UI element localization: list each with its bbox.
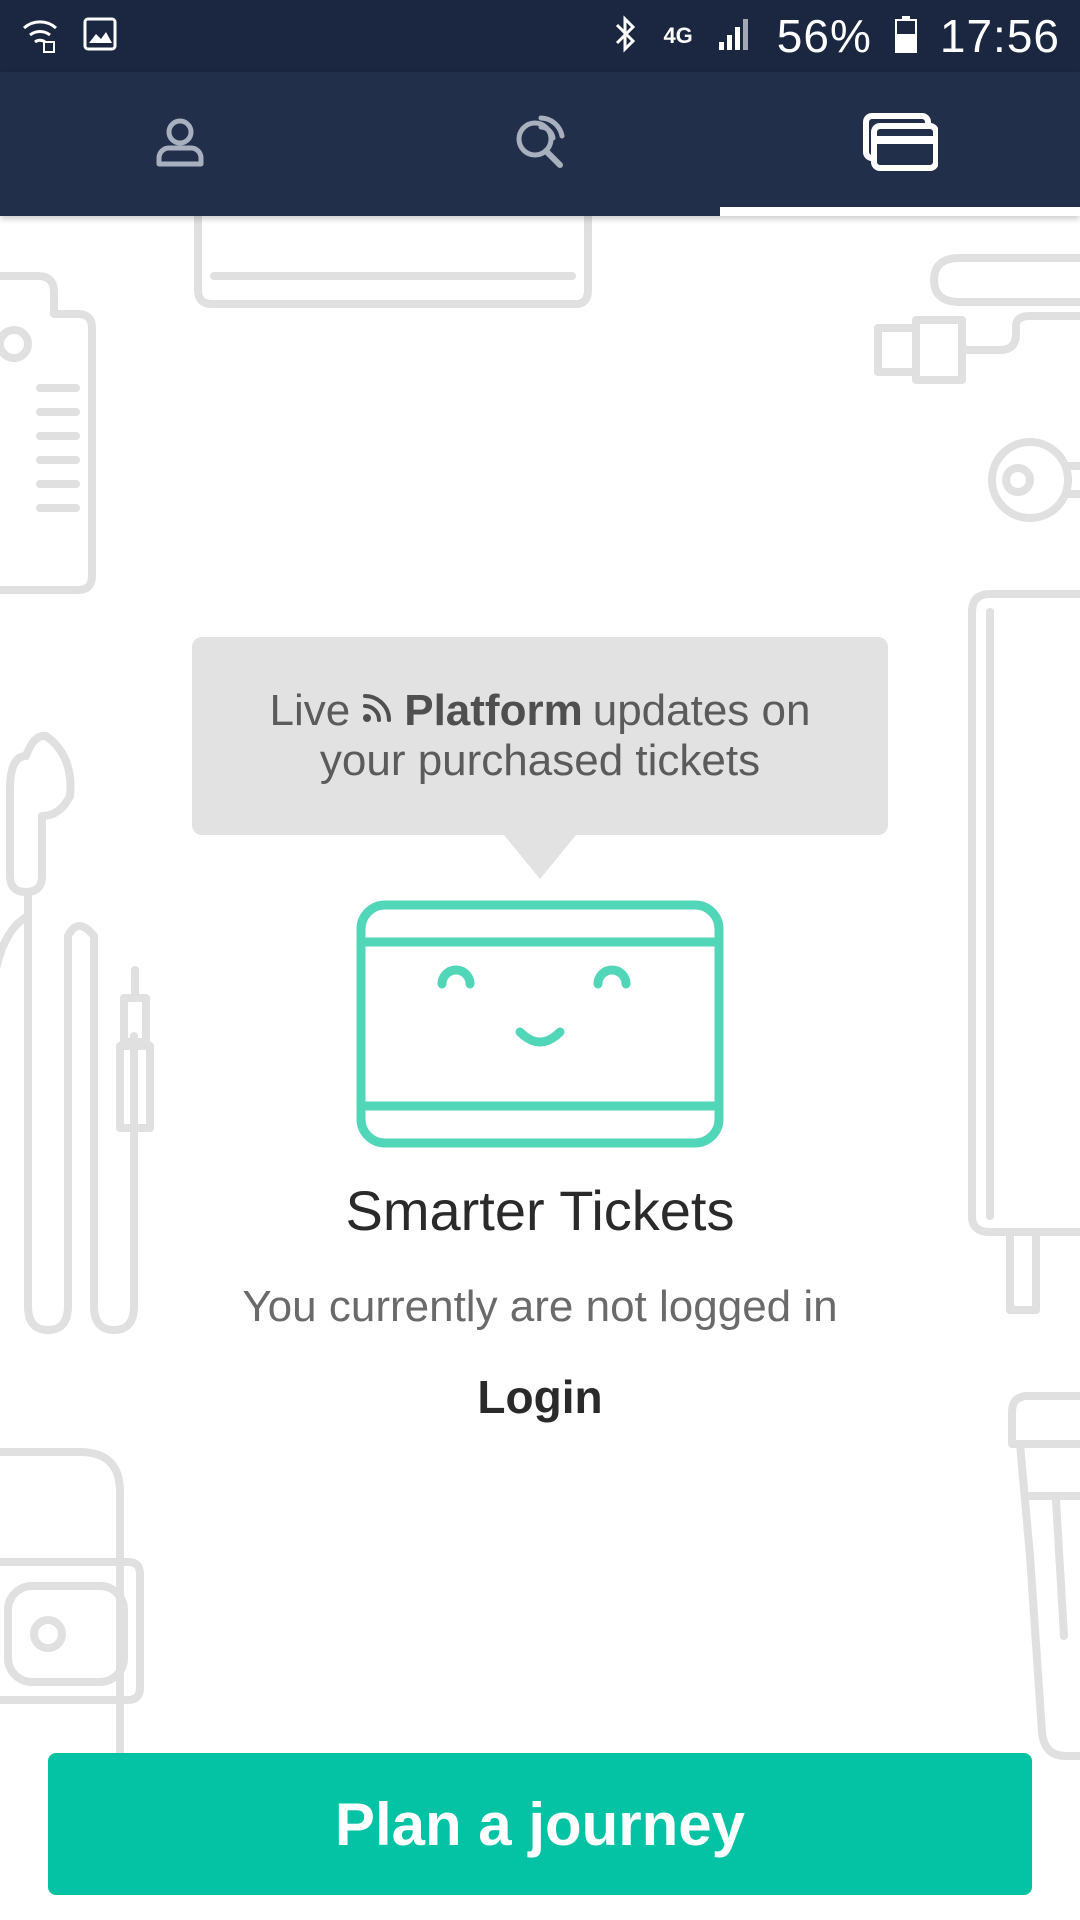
bubble-live-word: Live — [269, 686, 351, 735]
tab-tickets[interactable] — [720, 72, 1080, 216]
gallery-icon — [82, 16, 118, 57]
search-radar-icon — [510, 112, 570, 177]
status-right: 4G 56% 17:56 — [611, 9, 1060, 63]
network-type: 4G — [663, 23, 693, 48]
tab-journey-search[interactable] — [360, 72, 720, 216]
profile-icon — [152, 114, 208, 175]
signal-icon — [715, 14, 755, 59]
wifi-icon — [20, 14, 60, 59]
status-bar: 4G 56% 17:56 — [0, 0, 1080, 72]
tab-profile[interactable] — [0, 72, 360, 216]
smiling-ticket-illustration — [356, 900, 724, 1148]
bubble-updates-text: updates on — [592, 686, 811, 735]
plan-journey-button[interactable]: Plan a journey — [48, 1753, 1032, 1895]
bubble-platform-brand: Platform — [404, 686, 583, 735]
live-feed-icon — [360, 686, 394, 736]
login-status-text: You currently are not logged in — [242, 1282, 838, 1331]
bluetooth-icon — [611, 14, 641, 59]
clock: 17:56 — [939, 10, 1060, 62]
live-updates-bubble: Live Platform updates on your purchased … — [192, 637, 888, 879]
tickets-screen: 4G 56% 17:56 Live Platform updates on yo… — [0, 0, 1080, 1920]
login-link[interactable]: Login — [0, 1370, 1080, 1424]
status-left — [20, 14, 118, 59]
page-title: Smarter Tickets — [345, 1179, 735, 1242]
top-tab-bar — [0, 72, 1080, 216]
battery-percent: 56% — [776, 10, 872, 62]
bubble-line-2: your purchased tickets — [319, 736, 761, 785]
bubble-line-1: Live Platform updates on — [270, 686, 811, 736]
tickets-icon — [862, 112, 939, 177]
battery-icon — [894, 14, 918, 59]
